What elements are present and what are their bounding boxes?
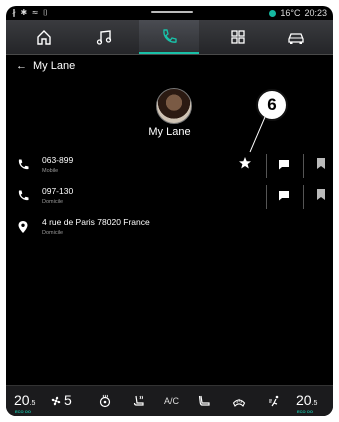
bookmark-icon[interactable] [317,158,325,169]
tab-vehicle[interactable] [266,20,326,54]
phone-number: 063-899 [42,155,74,165]
divider [266,185,267,209]
message-icon[interactable] [278,159,290,170]
left-temperature[interactable]: 20.5 [14,392,35,408]
bookmark-icon[interactable] [317,189,325,200]
tab-home[interactable] [14,20,74,54]
fan-icon[interactable] [50,394,62,408]
phone-label: Mobile [42,168,59,174]
divider [303,185,304,209]
left-eco-label: ECO OO [15,409,32,414]
clock: 20:23 [304,8,327,18]
address-text: 4 rue de Paris 78020 France [42,217,150,227]
phone-icon [18,190,29,201]
callout-number-badge: 6 [256,89,288,121]
status-bar: ∦ ✱ ≈ ⌷ 16°C 20:23 [6,6,333,20]
screen: ∦ ✱ ≈ ⌷ 16°C 20:23 ← My Lane My Lane 6 0… [6,6,333,416]
car-icon [288,33,304,44]
seat-icon[interactable] [198,394,212,408]
fan-level: 5 [64,392,72,408]
contact-name: My Lane [148,126,191,138]
phone-number: 097-130 [42,186,74,196]
phone-icon [163,29,177,43]
notification-dot-icon [269,9,277,17]
air-flow-icon[interactable] [268,394,282,408]
tab-apps[interactable] [208,20,268,54]
contact-avatar [156,88,192,124]
contact-entry-row[interactable]: 097-130 Domicile [6,183,333,211]
right-temperature[interactable]: 20.5 [296,392,317,408]
tab-phone[interactable] [139,20,199,54]
ac-button[interactable]: A/C [164,396,179,406]
main-nav-bar [6,20,333,55]
back-arrow-icon[interactable]: ← [16,60,27,72]
favorite-star-icon[interactable] [238,156,252,170]
climate-bar: 20.5 ECO OO 5 A/C 20.5 ECO OO [6,385,333,416]
steering-heat-icon[interactable] [98,394,112,408]
divider [266,154,267,178]
right-eco-label: ECO OO [297,409,314,414]
phone-label: Domicile [42,199,64,205]
divider [303,154,304,178]
music-icon [96,30,112,45]
page-title: My Lane [33,60,76,72]
phone-icon [18,159,29,170]
contact-entry-row[interactable]: 063-899 Mobile [6,152,333,180]
address-label: Domicile [42,230,64,236]
pull-down-handle[interactable] [151,11,193,13]
status-icons: ∦ ✱ ≈ ⌷ [12,8,49,17]
contact-header: ← My Lane [16,60,75,72]
outside-temperature: 16°C [280,8,301,18]
tab-music[interactable] [74,20,134,54]
home-icon [37,30,51,45]
seat-heat-icon[interactable] [132,394,146,408]
apps-grid-icon [231,30,245,44]
location-pin-icon [18,221,28,233]
defrost-icon[interactable] [232,394,246,408]
message-icon[interactable] [278,190,290,201]
contact-entry-row[interactable]: 4 rue de Paris 78020 France Domicile [6,214,333,242]
